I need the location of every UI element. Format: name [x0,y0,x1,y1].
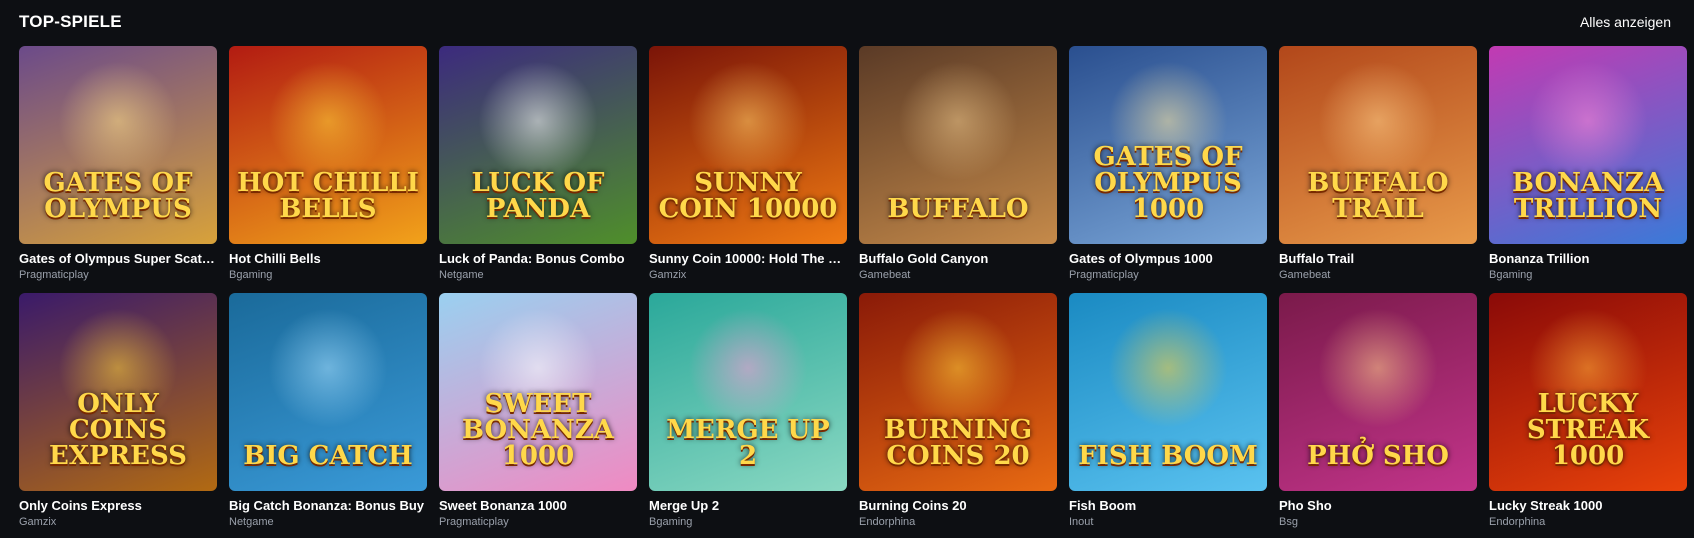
game-card[interactable]: Hot Chilli Bells Hot Chilli Bells Bgaming [229,46,427,281]
game-card[interactable]: Buffalo Trail Buffalo Trail Gamebeat [1279,46,1477,281]
game-thumbnail[interactable]: Big Catch [229,293,427,491]
game-thumbnail[interactable]: Fish Boom [1069,293,1267,491]
game-thumbnail[interactable]: Gates of Olympus [19,46,217,244]
game-logo-text: Bonanza Trillion [1512,168,1664,224]
game-provider: Bsg [1279,516,1298,528]
thumbnail-artwork [268,308,388,429]
game-logo-text: Sunny Coin 10000 [658,168,838,224]
game-title[interactable]: Sunny Coin 10000: Hold The S… [649,251,847,266]
game-thumbnail[interactable]: Buffalo Trail [1279,46,1477,244]
section-header: TOP-SPIELE Alles anzeigen [19,0,1675,44]
section-title: TOP-SPIELE [19,12,122,31]
thumbnail-artwork [898,61,1018,182]
game-logo-text: Only Coins Express [49,389,187,471]
game-logo-text: Buffalo [887,194,1029,224]
thumbnail-artwork [268,61,388,182]
game-card[interactable]: Gates of Olympus Gates of Olympus Super S… [19,46,217,281]
thumbnail-artwork [688,61,808,182]
game-thumbnail[interactable]: Sunny Coin 10000 [649,46,847,244]
game-title[interactable]: Fish Boom [1069,498,1267,513]
show-all-link[interactable]: Alles anzeigen [1580,14,1671,30]
game-provider: Gamzix [649,269,687,281]
thumbnail-artwork [1318,61,1438,182]
game-provider: Netgame [229,516,274,528]
game-logo-text: Sweet Bonanza 1000 [462,389,614,471]
game-logo-text: Big Catch [243,441,413,471]
thumbnail-artwork [1318,308,1438,429]
thumbnail-artwork [478,61,598,182]
game-thumbnail[interactable]: Lucky Streak 1000 [1489,293,1687,491]
game-title[interactable]: Hot Chilli Bells [229,251,427,266]
game-title[interactable]: Lucky Streak 1000 [1489,498,1687,513]
game-title[interactable]: Only Coins Express [19,498,217,513]
game-title[interactable]: Big Catch Bonanza: Bonus Buy [229,498,427,513]
games-grid: Gates of Olympus Gates of Olympus Super S… [19,46,1687,528]
game-title[interactable]: Buffalo Gold Canyon [859,251,1057,266]
game-card[interactable]: Big Catch Big Catch Bonanza: Bonus Buy Net… [229,293,427,528]
game-logo-text: Phở Sho [1307,441,1449,471]
game-title[interactable]: Burning Coins 20 [859,498,1057,513]
game-card[interactable]: Burning Coins 20 Burning Coins 20 Endorphi… [859,293,1057,528]
game-title[interactable]: Gates of Olympus Super Scatter [19,251,217,266]
game-card[interactable]: Fish Boom Fish Boom Inout [1069,293,1267,528]
game-provider: Bgaming [1489,269,1533,281]
game-title[interactable]: Buffalo Trail [1279,251,1477,266]
game-title[interactable]: Sweet Bonanza 1000 [439,498,637,513]
game-provider: Pragmaticplay [1069,269,1139,281]
top-games-section: TOP-SPIELE Alles anzeigen Gates of Olymp… [0,0,1694,538]
game-provider: Pragmaticplay [439,516,509,528]
game-card[interactable]: Bonanza Trillion Bonanza Trillion Bgaming [1489,46,1687,281]
game-card[interactable]: Sweet Bonanza 1000 Sweet Bonanza 1000 Prag… [439,293,637,528]
game-thumbnail[interactable]: Hot Chilli Bells [229,46,427,244]
thumbnail-artwork [58,61,178,182]
game-card[interactable]: Lucky Streak 1000 Lucky Streak 1000 Endorp… [1489,293,1687,528]
game-title[interactable]: Luck of Panda: Bonus Combo [439,251,637,266]
game-title[interactable]: Pho Sho [1279,498,1477,513]
game-logo-text: Buffalo Trail [1307,168,1449,224]
thumbnail-artwork [1108,308,1228,429]
game-logo-text: Burning Coins 20 [883,415,1033,471]
thumbnail-artwork [898,308,1018,429]
game-card[interactable]: Luck of Panda Luck of Panda: Bonus Combo N… [439,46,637,281]
game-provider: Gamebeat [1279,269,1331,281]
game-thumbnail[interactable]: Bonanza Trillion [1489,46,1687,244]
game-logo-text: Hot Chilli Bells [237,168,419,224]
game-provider: Bgaming [649,516,693,528]
game-logo-text: Fish Boom [1078,441,1258,471]
game-title[interactable]: Gates of Olympus 1000 [1069,251,1267,266]
game-card[interactable]: Gates of Olympus 1000 Gates of Olympus 10… [1069,46,1267,281]
game-title[interactable]: Merge Up 2 [649,498,847,513]
game-provider: Gamebeat [859,269,911,281]
game-card[interactable]: Only Coins Express Only Coins Express Gamz… [19,293,217,528]
game-provider: Netgame [439,269,484,281]
game-card[interactable]: Buffalo Buffalo Gold Canyon Gamebeat [859,46,1057,281]
game-thumbnail[interactable]: Gates of Olympus 1000 [1069,46,1267,244]
game-card[interactable]: Merge Up 2 Merge Up 2 Bgaming [649,293,847,528]
game-thumbnail[interactable]: Burning Coins 20 [859,293,1057,491]
game-provider: Gamzix [19,516,57,528]
game-provider: Bgaming [229,269,273,281]
game-provider: Pragmaticplay [19,269,89,281]
game-provider: Endorphina [1489,516,1546,528]
thumbnail-artwork [688,308,808,429]
thumbnail-artwork [1528,61,1648,182]
game-logo-text: Lucky Streak 1000 [1526,389,1650,471]
game-logo-text: Luck of Panda [471,168,605,224]
game-thumbnail[interactable]: Luck of Panda [439,46,637,244]
game-logo-text: Merge Up 2 [666,415,830,471]
game-card[interactable]: Phở Sho Pho Sho Bsg [1279,293,1477,528]
game-card[interactable]: Sunny Coin 10000 Sunny Coin 10000: Hold T… [649,46,847,281]
game-thumbnail[interactable]: Buffalo [859,46,1057,244]
game-logo-text: Gates of Olympus 1000 [1093,142,1243,224]
game-thumbnail[interactable]: Merge Up 2 [649,293,847,491]
game-thumbnail[interactable]: Only Coins Express [19,293,217,491]
game-thumbnail[interactable]: Phở Sho [1279,293,1477,491]
game-provider: Endorphina [859,516,916,528]
game-thumbnail[interactable]: Sweet Bonanza 1000 [439,293,637,491]
game-title[interactable]: Bonanza Trillion [1489,251,1687,266]
game-logo-text: Gates of Olympus [43,168,193,224]
game-provider: Inout [1069,516,1094,528]
